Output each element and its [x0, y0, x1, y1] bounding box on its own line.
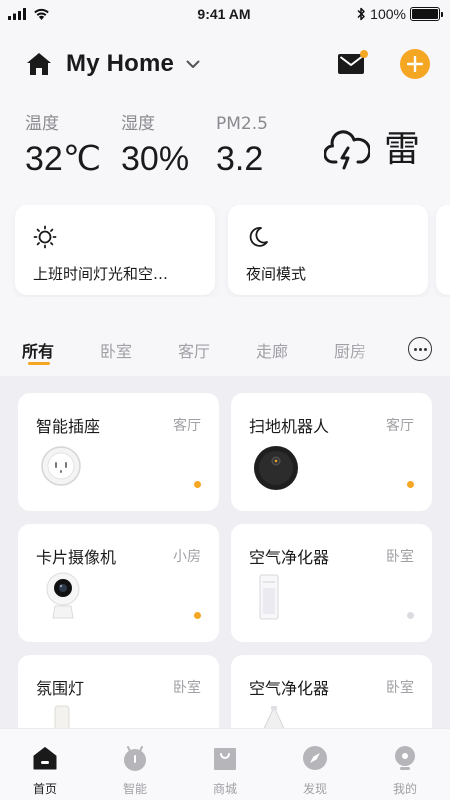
- nav-label: 智能: [122, 782, 147, 796]
- battery-percentage: 100%: [370, 6, 406, 22]
- device-room: 卧室: [386, 549, 414, 565]
- smart-icon: [124, 746, 146, 771]
- pm25-reading: PM2.5 3.2: [216, 112, 268, 178]
- more-icon: [413, 347, 417, 351]
- pm25-label: PM2.5: [216, 114, 268, 134]
- signal-icon: [8, 8, 26, 20]
- scene-card-commute[interactable]: 上班时间灯光和空…: [15, 205, 215, 295]
- device-status-dot: [194, 481, 201, 488]
- thunder-cloud-icon: [323, 130, 370, 170]
- messages-button[interactable]: [338, 50, 368, 74]
- environment-panel: 温度 32℃ 湿度 30% PM2.5 3.2 雷: [25, 112, 420, 182]
- tab-living-room[interactable]: 客厅: [178, 338, 210, 362]
- device-room: 卧室: [173, 680, 201, 696]
- device-status-dot: [407, 481, 414, 488]
- add-device-button[interactable]: [400, 49, 430, 79]
- nav-label: 发现: [302, 782, 327, 796]
- scene-card-more[interactable]: [436, 205, 450, 295]
- nav-label: 首页: [32, 782, 57, 796]
- weather-condition-text: 雷: [383, 129, 420, 170]
- tab-hallway[interactable]: 走廊: [256, 338, 288, 362]
- moon-icon: [249, 227, 268, 247]
- mail-icon: [338, 54, 364, 74]
- device-room: 客厅: [386, 418, 414, 434]
- device-card-smart-plug[interactable]: 智能插座 客厅: [18, 393, 219, 511]
- temperature-value: 32℃: [25, 140, 102, 178]
- status-bar: 9:41 AM 100%: [0, 0, 450, 28]
- nav-label: 商城: [212, 782, 237, 796]
- nav-discover[interactable]: 发现: [270, 729, 360, 800]
- home-icon[interactable]: [26, 52, 52, 76]
- device-room: 小房: [173, 549, 201, 565]
- header: My Home: [26, 44, 430, 84]
- sun-icon: [33, 225, 57, 249]
- robot-vacuum-icon: [254, 446, 298, 490]
- nav-home[interactable]: 首页: [0, 729, 90, 800]
- battery-icon: [409, 7, 443, 21]
- humidity-reading: 湿度 30%: [121, 112, 189, 178]
- temperature-label: 温度: [25, 114, 59, 134]
- device-status-dot: [407, 612, 414, 619]
- plus-icon: [407, 56, 423, 72]
- shop-bag-icon: [214, 748, 236, 770]
- humidity-label: 湿度: [121, 114, 155, 134]
- tab-all[interactable]: 所有: [22, 338, 54, 362]
- discover-compass-icon: [303, 746, 327, 770]
- home-icon: [33, 747, 57, 770]
- pm25-value: 3.2: [216, 140, 264, 178]
- device-room: 卧室: [386, 680, 414, 696]
- home-title[interactable]: My Home: [66, 50, 174, 78]
- camera-icon: [46, 572, 80, 619]
- device-card-air-purifier[interactable]: 空气净化器 卧室: [231, 524, 432, 642]
- nav-smart[interactable]: 智能: [90, 729, 180, 800]
- device-card-robot-vacuum[interactable]: 扫地机器人 客厅: [231, 393, 432, 511]
- humidity-value: 30%: [121, 140, 190, 178]
- bottom-nav: 首页 智能 商城 发现 我的: [0, 728, 450, 800]
- scene-label: 上班时间灯光和空…: [33, 265, 169, 283]
- scene-list: 上班时间灯光和空… 夜间模式: [0, 205, 450, 297]
- wifi-icon: [34, 8, 49, 20]
- tab-bedroom[interactable]: 卧室: [100, 338, 132, 362]
- more-options-button[interactable]: [408, 337, 432, 361]
- nav-shop[interactable]: 商城: [180, 729, 270, 800]
- tabs-fade: [352, 330, 392, 366]
- chevron-down-icon[interactable]: [186, 60, 200, 69]
- smart-plug-icon: [41, 446, 81, 486]
- device-card-camera[interactable]: 卡片摄像机 小房: [18, 524, 219, 642]
- weather-condition: 雷: [323, 129, 420, 170]
- scene-card-night-mode[interactable]: 夜间模式: [228, 205, 428, 295]
- air-purifier-icon: [259, 574, 279, 620]
- scene-label: 夜间模式: [246, 265, 307, 283]
- nav-profile[interactable]: 我的: [360, 729, 450, 800]
- status-time: 9:41 AM: [197, 6, 251, 22]
- profile-icon: [395, 746, 415, 770]
- temperature-reading: 温度 32℃: [25, 112, 101, 178]
- bluetooth-icon: [357, 7, 365, 21]
- device-room: 客厅: [173, 418, 201, 434]
- device-status-dot: [194, 612, 201, 619]
- active-tab-indicator: [28, 362, 50, 365]
- nav-label: 我的: [392, 782, 417, 796]
- unread-badge: [360, 50, 368, 58]
